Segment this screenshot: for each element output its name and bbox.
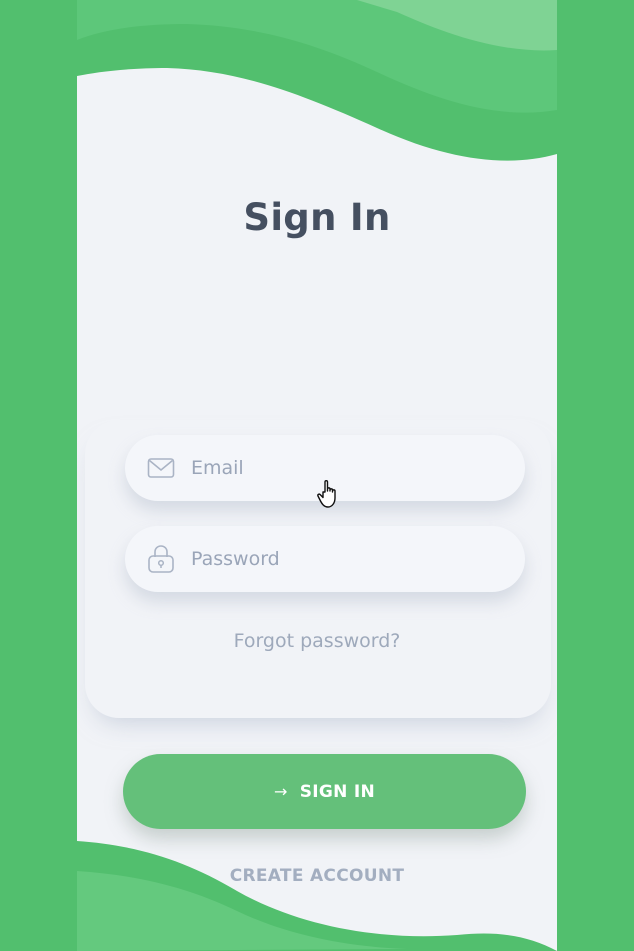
email-input[interactable] [189,456,493,480]
hand-pointer-icon [317,480,336,508]
mail-icon [147,454,175,482]
sign-in-button[interactable]: → SIGN IN [123,754,526,829]
top-wave-decoration [77,0,557,161]
forgot-password-link[interactable]: Forgot password? [77,630,557,652]
sign-in-button-label: SIGN IN [299,781,376,802]
arrow-right-icon: → [273,782,288,801]
lock-icon [147,545,175,573]
password-field[interactable] [125,526,525,592]
create-account-link[interactable]: CREATE ACCOUNT [77,866,557,886]
password-input[interactable] [189,547,493,571]
bottom-wave-decoration [77,841,557,951]
page-title: Sign In [243,196,391,239]
sign-in-screen: Sign In Forgot password? → SIGN IN [77,0,557,951]
